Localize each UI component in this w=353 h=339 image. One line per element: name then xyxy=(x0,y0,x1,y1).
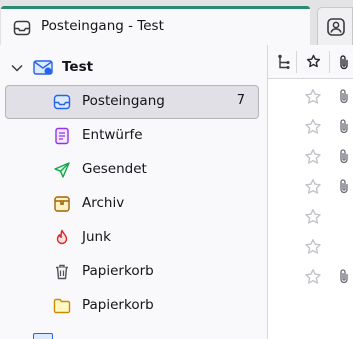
folder-pane: Test Posteingang 7 Entwürfe Gesendet Arc… xyxy=(0,45,267,339)
attachment-icon xyxy=(338,268,350,288)
message-row[interactable] xyxy=(268,172,353,202)
star-icon[interactable] xyxy=(303,238,323,260)
folder-label: Posteingang xyxy=(82,93,165,109)
tab-posteingang[interactable]: Posteingang - Test xyxy=(1,6,310,45)
mail-account-icon xyxy=(33,59,53,77)
star-icon[interactable] xyxy=(303,178,323,200)
inbox-icon xyxy=(13,19,31,37)
folder-papierkorb-2[interactable]: Papierkorb xyxy=(0,289,267,323)
message-row[interactable] xyxy=(268,82,353,112)
star-icon[interactable] xyxy=(306,54,321,73)
thread-icon[interactable] xyxy=(277,54,291,74)
folder-label: Junk xyxy=(82,229,111,245)
star-icon[interactable] xyxy=(303,88,323,110)
message-list xyxy=(268,45,353,339)
folder-junk[interactable]: Junk xyxy=(0,221,267,255)
attachment-icon xyxy=(338,178,350,198)
account-test[interactable]: Test xyxy=(0,51,267,85)
star-icon[interactable] xyxy=(303,148,323,170)
attachment-icon[interactable] xyxy=(338,54,350,74)
drafts-icon xyxy=(53,127,71,145)
attachment-icon xyxy=(338,88,350,108)
attachment-icon xyxy=(338,118,350,138)
address-book-tab[interactable] xyxy=(317,7,353,45)
tab-bar: Posteingang - Test xyxy=(0,0,353,45)
message-row[interactable] xyxy=(268,202,353,232)
message-row[interactable] xyxy=(268,142,353,172)
folder-gesendet[interactable]: Gesendet xyxy=(0,153,267,187)
star-icon[interactable] xyxy=(303,268,323,290)
account-next-partial[interactable] xyxy=(0,331,267,339)
sent-icon xyxy=(53,161,71,179)
message-row[interactable] xyxy=(268,262,353,292)
folder-label: Gesendet xyxy=(82,161,147,177)
account-name: Test xyxy=(62,59,94,75)
inbox-icon xyxy=(53,93,71,111)
folder-posteingang[interactable]: Posteingang 7 xyxy=(5,85,259,119)
attachment-icon xyxy=(338,148,350,168)
trash-icon xyxy=(53,263,71,281)
folder-icon xyxy=(53,297,71,315)
folder-papierkorb[interactable]: Papierkorb xyxy=(0,255,267,289)
star-icon[interactable] xyxy=(303,208,323,230)
folder-label: Entwürfe xyxy=(82,127,143,143)
unread-count: 7 xyxy=(236,93,245,108)
message-row[interactable] xyxy=(268,232,353,262)
folder-archiv[interactable]: Archiv xyxy=(0,187,267,221)
message-list-header xyxy=(268,45,353,79)
tab-title: Posteingang - Test xyxy=(41,18,164,34)
mail-account-icon xyxy=(33,333,53,339)
archive-icon xyxy=(53,195,71,213)
message-row[interactable] xyxy=(268,112,353,142)
star-icon[interactable] xyxy=(303,118,323,140)
chevron-down-icon[interactable] xyxy=(10,61,24,79)
folder-label: Papierkorb xyxy=(82,263,154,279)
junk-icon xyxy=(53,229,71,247)
folder-label: Papierkorb xyxy=(82,297,154,313)
folder-label: Archiv xyxy=(82,195,125,211)
folder-entwuerfe[interactable]: Entwürfe xyxy=(0,119,267,153)
